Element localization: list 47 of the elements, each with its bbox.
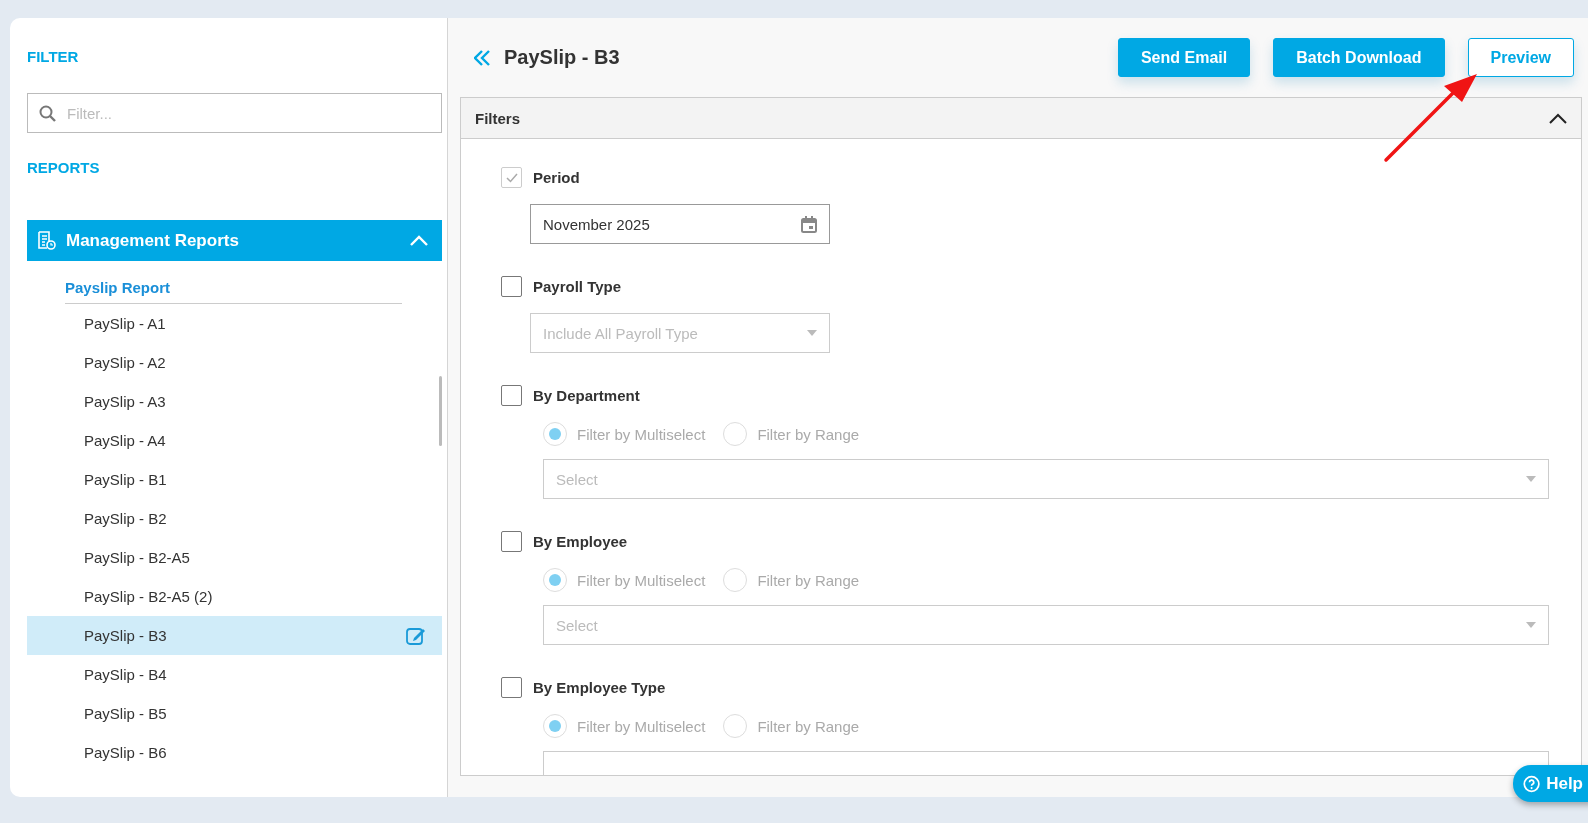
scrollbar-thumb[interactable] — [439, 376, 442, 446]
filter-heading: FILTER — [27, 48, 80, 65]
report-item[interactable]: PaySlip - B3 — [27, 616, 442, 655]
report-item[interactable]: PaySlip - B1 — [27, 460, 442, 499]
page-title: PaySlip - B3 — [504, 46, 620, 69]
radio-label: Filter by Multiselect — [577, 425, 706, 443]
checkbox[interactable] — [501, 677, 522, 698]
field-value: November 2025 — [543, 215, 651, 233]
checkbox[interactable] — [501, 531, 522, 552]
chevron-icon — [1549, 112, 1567, 124]
dropdown-caret-icon — [1526, 622, 1536, 628]
report-item[interactable]: PaySlip - A3 — [27, 382, 442, 421]
double-chevron-left-icon[interactable] — [474, 49, 490, 66]
search-field[interactable]: Filter... — [27, 93, 442, 133]
filters-panel-header[interactable]: Filters — [461, 98, 1581, 139]
filter-label: By Employee Type — [533, 679, 666, 696]
reports-heading: REPORTS — [27, 159, 101, 176]
report-item[interactable]: PaySlip - B2-A5 (2) — [27, 577, 442, 616]
radio-label: Filter by Range — [757, 425, 860, 443]
report-item[interactable]: PaySlip - A1 — [27, 304, 442, 343]
filter-label: By Department — [533, 387, 640, 404]
filter-label: Payroll Type — [533, 278, 622, 295]
report-item[interactable]: PaySlip - B6 — [27, 733, 442, 772]
report-icon — [37, 231, 56, 250]
report-item[interactable]: PaySlip - A2 — [27, 343, 442, 382]
checkbox[interactable] — [501, 276, 522, 297]
edit-icon[interactable] — [406, 626, 426, 645]
dropdown-caret-icon — [807, 330, 817, 336]
search-icon — [39, 105, 56, 122]
chevron-icon — [410, 235, 428, 246]
radio-label: Filter by Multiselect — [577, 571, 706, 589]
section-label: Payslip Report — [65, 279, 171, 296]
dropdown-caret-icon — [1526, 476, 1536, 482]
calendar-icon — [801, 215, 817, 233]
radio-label: Filter by Range — [757, 571, 860, 589]
report-item[interactable]: PaySlip - B4 — [27, 655, 442, 694]
filter-label: Period — [533, 169, 580, 186]
report-item[interactable]: PaySlip - B5 — [27, 694, 442, 733]
report-item[interactable]: PaySlip - B2 — [27, 499, 442, 538]
radio-label: Filter by Multiselect — [577, 717, 706, 735]
filter-label: By Employee — [533, 533, 628, 550]
report-item[interactable]: PaySlip - B2-A5 — [27, 538, 442, 577]
checkbox[interactable] — [501, 385, 522, 406]
radio-label: Filter by Range — [757, 717, 860, 735]
check-icon — [505, 172, 518, 183]
help-icon — [1523, 773, 1541, 794]
report-item[interactable]: PaySlip - A4 — [27, 421, 442, 460]
